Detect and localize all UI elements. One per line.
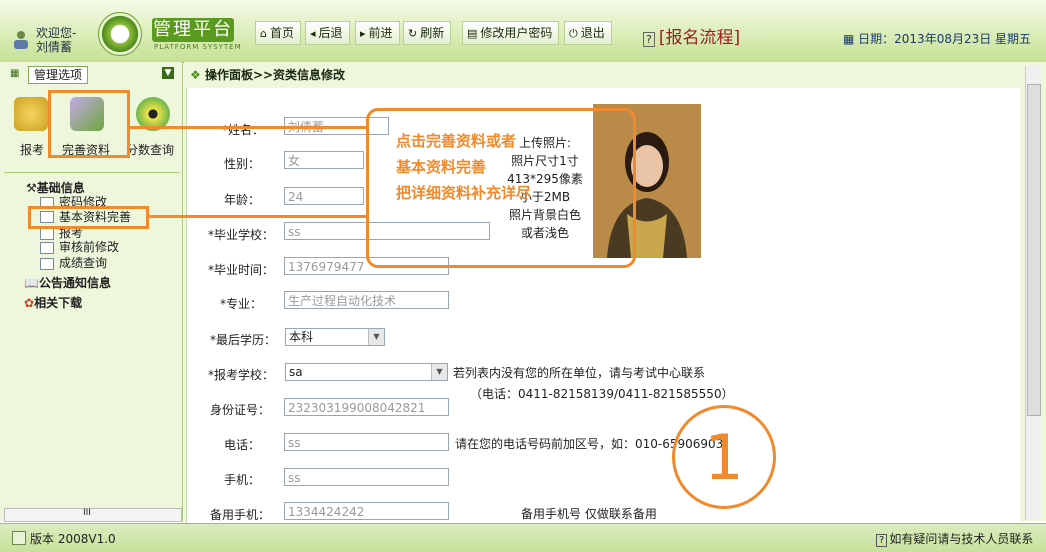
gender-field[interactable]: 女 <box>284 151 364 169</box>
user-icon <box>12 30 30 50</box>
callout-line <box>130 126 368 129</box>
gear-icon[interactable] <box>14 97 48 131</box>
tree-notice[interactable]: 📖公告通知信息 <box>24 276 111 290</box>
callout-line <box>149 215 368 218</box>
age-field[interactable]: 24 <box>284 187 364 205</box>
education-label: *最后学历： <box>209 333 276 347</box>
page-icon <box>40 258 54 270</box>
breadcrumb: ❖ 操作面板>>资类信息修改 <box>190 68 346 82</box>
sidebar-item-apply[interactable]: 报考 <box>20 141 44 158</box>
user-name: 刘倩蓄 <box>36 40 73 54</box>
scrollbar-thumb[interactable] <box>1027 84 1041 416</box>
phone-field[interactable]: ss <box>284 433 449 451</box>
leaf-icon: ❖ <box>190 68 205 82</box>
id-number-field[interactable]: 232303199008042821 <box>284 398 449 416</box>
help-icon: ? <box>876 534 888 547</box>
home-icon: ⌂ <box>260 27 267 40</box>
gender-label: 性别： <box>223 157 260 171</box>
step-number-circle: 1 <box>672 405 776 509</box>
education-select[interactable]: 本科 ▼ <box>285 328 385 346</box>
window-icon <box>12 531 26 545</box>
highlight-basic-profile <box>28 206 149 229</box>
tree-item-score[interactable]: 成绩查询 <box>59 256 107 270</box>
logo-icon <box>98 12 142 56</box>
school-note: 若列表内没有您的所在单位，请与考试中心联系 <box>453 366 706 380</box>
highlight-complete-profile <box>48 90 130 158</box>
id-number-label: 身份证号： <box>209 403 270 417</box>
help-icon: ? <box>643 32 655 47</box>
sidebar-title: 管理选项 <box>28 66 89 84</box>
school-phone-note: （电话：0411-82158139/0411-821585550） <box>470 387 734 401</box>
sidebar-scrollbar[interactable]: III <box>4 508 182 522</box>
welcome-text: 欢迎您- 刘倩蓄 <box>36 26 76 54</box>
power-icon: ⏻ <box>569 27 578 40</box>
backup-mobile-field[interactable]: 1334424242 <box>284 502 449 520</box>
apply-school-select[interactable]: sa ▼ <box>285 363 448 381</box>
page-icon <box>40 242 54 254</box>
page-icon <box>40 228 54 240</box>
help-text: ? 如有疑问请与技术人员联系 <box>876 530 1033 547</box>
major-field[interactable]: 生产过程自动化技术 <box>284 291 449 309</box>
home-button[interactable]: ⌂ 首页 <box>255 21 301 45</box>
chevron-down-icon: ▼ <box>431 364 447 380</box>
refresh-button[interactable]: ↻ 刷新 <box>403 21 452 45</box>
forward-arrow-icon: ▸ <box>360 27 366 40</box>
tree-downloads[interactable]: ✿相关下载 <box>24 296 82 310</box>
table-icon: ▦ <box>10 68 20 79</box>
phone-label: 电话： <box>223 438 260 452</box>
scrollbar-grip: III <box>83 508 91 518</box>
collapse-icon[interactable]: ▼ <box>162 67 174 79</box>
sidebar-divider <box>4 172 180 173</box>
logo-subtitle: PLATFORM SYSYTEM <box>154 43 242 51</box>
logo-title: 管理平台 <box>152 18 234 42</box>
mobile-field[interactable]: ss <box>284 468 449 486</box>
tree-item-pre-review-edit[interactable]: 审核前修改 <box>59 240 119 254</box>
version-text: 版本 2008V1.0 <box>30 532 116 546</box>
back-button[interactable]: ◂ 后退 <box>305 21 350 45</box>
refresh-icon: ↻ <box>408 27 418 40</box>
school-label: *毕业学校： <box>207 228 274 242</box>
name-label: *姓名： <box>221 123 264 137</box>
back-arrow-icon: ◂ <box>310 27 316 40</box>
backup-mobile-note: 备用手机号 仅做联系备用 <box>521 507 657 521</box>
backup-mobile-label: 备用手机： <box>209 508 270 522</box>
forward-button[interactable]: ▸ 前进 <box>355 21 400 45</box>
book-icon: 📖 <box>24 276 39 290</box>
flower-icon: ✿ <box>24 296 35 310</box>
major-label: *专业： <box>219 297 262 311</box>
tree-basic-info[interactable]: ⚒基础信息 <box>26 181 85 195</box>
mobile-label: 手机： <box>223 473 260 487</box>
calendar-icon: ▦ <box>843 32 859 46</box>
apply-school-label: *报考学校： <box>207 368 274 382</box>
grad-time-label: *毕业时间： <box>207 263 274 277</box>
tools-icon: ⚒ <box>26 181 37 195</box>
list-icon: ▤ <box>467 27 478 40</box>
date-display: ▦ 日期：2013年08月23日 星期五 <box>843 32 1032 46</box>
chevron-down-icon: ▼ <box>368 329 384 345</box>
process-link[interactable]: ? [报名流程] <box>643 23 740 48</box>
sidebar-item-score-query[interactable]: 分数查询 <box>126 141 174 158</box>
change-password-button[interactable]: ▤ 修改用户密码 <box>462 21 560 45</box>
age-label: 年龄： <box>223 193 260 207</box>
logout-button[interactable]: ⏻ 退出 <box>564 21 612 45</box>
callout-text: 点击完善资料或者 基本资料完善 把详细资料补充详尽 <box>396 132 532 202</box>
welcome-line: 欢迎您- <box>36 26 77 40</box>
